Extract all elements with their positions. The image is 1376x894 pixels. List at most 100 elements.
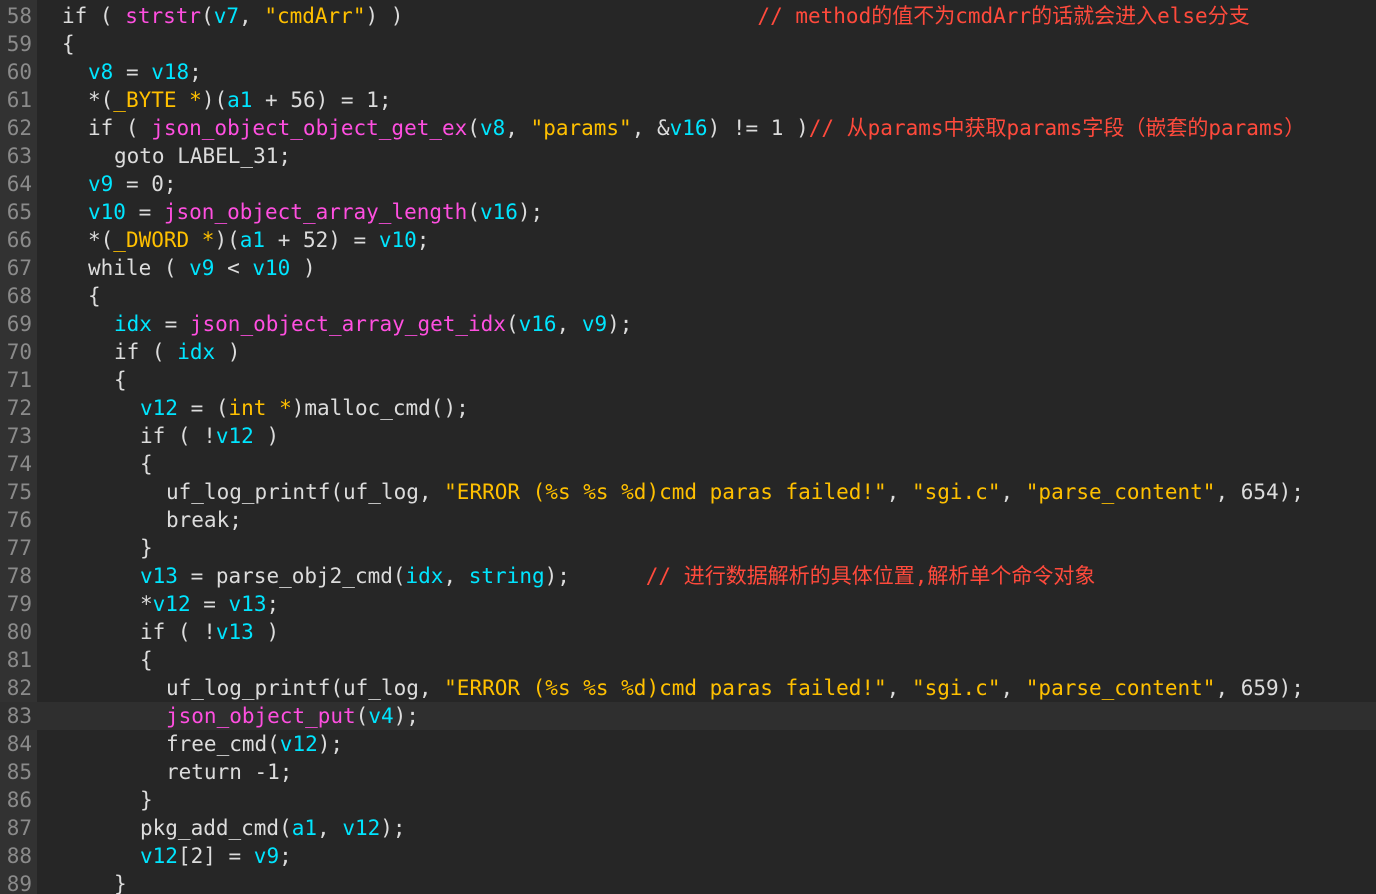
code-text: if ( strstr(v7, "cmdArr") ) // method的值不… (62, 2, 1250, 30)
line-number: 68 (6, 284, 32, 308)
code-line[interactable]: 83 json_object_put(v4); (0, 702, 1376, 730)
code-token-plain: goto LABEL_31; (114, 144, 292, 168)
code-token-plain: ) (253, 620, 280, 644)
code-text: v13 = parse_obj2_cmd(idx, string); // 进行… (140, 562, 1095, 590)
code-token-plain: } (114, 872, 127, 894)
code-token-plain: + 56) = 1; (252, 88, 392, 112)
code-token-plain: , (239, 4, 265, 28)
code-token-var: a1 (291, 816, 318, 840)
code-line[interactable]: 60 v8 = v18; (0, 58, 1376, 86)
line-number: 86 (6, 788, 32, 812)
code-token-var: idx (177, 340, 216, 364)
code-token-plain: } (140, 788, 153, 812)
code-line[interactable]: 77} (0, 534, 1376, 562)
code-text: { (140, 450, 153, 478)
line-number: 74 (6, 452, 32, 476)
code-token-plain: *( (88, 228, 114, 252)
code-line[interactable]: 85 return -1; (0, 758, 1376, 786)
code-line[interactable]: 89} (0, 870, 1376, 894)
code-line[interactable]: 59 { (0, 30, 1376, 58)
code-token-func: json_object_object_get_ex (151, 116, 468, 140)
line-number: 77 (6, 536, 32, 560)
code-text: } (140, 786, 153, 814)
code-line[interactable]: 72 v12 = (int *)malloc_cmd(); (0, 394, 1376, 422)
code-line[interactable]: 79 *v12 = v13; (0, 590, 1376, 618)
code-text: goto LABEL_31; (114, 142, 291, 170)
code-line[interactable]: 70 if ( idx ) (0, 338, 1376, 366)
line-number: 75 (6, 480, 32, 504)
code-text: if ( idx ) (114, 338, 240, 366)
code-line[interactable]: 66 *(_DWORD *)(a1 + 52) = v10; (0, 226, 1376, 254)
code-token-plain: if ( (62, 4, 126, 28)
code-token-plain: * (140, 592, 153, 616)
line-number: 73 (6, 424, 32, 448)
code-line[interactable]: 86} (0, 786, 1376, 814)
code-token-plain: , 654); (1215, 480, 1304, 504)
code-token-plain: *( (88, 88, 114, 112)
code-line[interactable]: 87 pkg_add_cmd(a1, v12); (0, 814, 1376, 842)
code-token-plain: ( (201, 4, 214, 28)
code-text: v12[2] = v9; (140, 842, 292, 870)
code-line[interactable]: 73 if ( !v12 ) (0, 422, 1376, 450)
code-token-var: v8 (479, 116, 506, 140)
code-line[interactable]: 75 uf_log_printf(uf_log, "ERROR (%s %s %d… (0, 478, 1376, 506)
code-token-plain: uf_log_printf(uf_log, (166, 480, 445, 504)
line-number: 82 (6, 676, 32, 700)
code-token-plain: ; (279, 844, 292, 868)
code-line[interactable]: 62 if ( json_object_object_get_ex(v8, "pa… (0, 114, 1376, 142)
code-text: { (114, 366, 127, 394)
code-line[interactable]: 69 idx = json_object_array_get_idx(v16, v… (0, 310, 1376, 338)
code-text: return -1; (166, 758, 292, 786)
code-line[interactable]: 68 { (0, 282, 1376, 310)
code-token-var: v9 (88, 172, 114, 196)
code-token-func: json_object_put (166, 704, 356, 728)
code-token-str: "ERROR (%s %s %d)cmd paras failed!" (444, 480, 887, 504)
code-token-plain: ( (467, 200, 480, 224)
code-line[interactable]: 74 { (0, 450, 1376, 478)
code-line[interactable]: 63 goto LABEL_31; (0, 142, 1376, 170)
code-text: free_cmd(v12); (166, 730, 343, 758)
code-text: v10 = json_object_array_length(v16); (88, 198, 543, 226)
code-token-var: v10 (378, 228, 417, 252)
code-token-plain: = 0; (113, 172, 177, 196)
code-line[interactable]: 58 if ( strstr(v7, "cmdArr") ) // method的… (0, 2, 1376, 30)
code-token-func: json_object_array_length (163, 200, 468, 224)
code-token-plain: if ( (114, 340, 178, 364)
code-token-str: "parse_content" (1025, 676, 1216, 700)
code-token-plain: { (114, 368, 127, 392)
code-line[interactable]: 71 { (0, 366, 1376, 394)
code-token-plain: < (214, 256, 253, 280)
code-text: v9 = 0; (88, 170, 177, 198)
code-line[interactable]: 82 uf_log_printf(uf_log, "ERROR (%s %s %d… (0, 674, 1376, 702)
code-text: { (88, 282, 101, 310)
code-token-plain: = (113, 60, 152, 84)
code-editor[interactable]: 58 if ( strstr(v7, "cmdArr") ) // method的… (0, 0, 1376, 894)
code-token-plain: = (151, 312, 190, 336)
code-line[interactable]: 81 { (0, 646, 1376, 674)
code-line[interactable]: 67 while ( v9 < v10 ) (0, 254, 1376, 282)
code-token-plain: ); (607, 312, 633, 336)
code-line[interactable]: 78 v13 = parse_obj2_cmd(idx, string); // … (0, 562, 1376, 590)
code-token-var: v12 (140, 844, 178, 868)
line-number: 89 (6, 872, 32, 894)
code-line[interactable]: 64 v9 = 0; (0, 170, 1376, 198)
code-line[interactable]: 76 break; (0, 506, 1376, 534)
code-token-func: json_object_array_get_idx (189, 312, 506, 336)
line-number: 60 (6, 60, 32, 84)
line-number: 79 (6, 592, 32, 616)
code-line[interactable]: 88 v12[2] = v9; (0, 842, 1376, 870)
code-token-plain: if ( ! (140, 620, 216, 644)
code-token-plain: if ( ! (140, 424, 216, 448)
code-line[interactable]: 65 v10 = json_object_array_length(v16); (0, 198, 1376, 226)
line-number: 69 (6, 312, 32, 336)
code-token-var: v12 (215, 424, 254, 448)
code-token-plain: { (88, 284, 101, 308)
code-line[interactable]: 61 *(_BYTE *)(a1 + 56) = 1; (0, 86, 1376, 114)
code-line[interactable]: 80 if ( !v13 ) (0, 618, 1376, 646)
line-number: 58 (6, 4, 32, 28)
code-text: break; (166, 506, 242, 534)
code-line[interactable]: 84 free_cmd(v12); (0, 730, 1376, 758)
code-token-plain: , (317, 816, 343, 840)
code-token-plain: [2] = (177, 844, 254, 868)
code-token-var: v12 (152, 592, 191, 616)
